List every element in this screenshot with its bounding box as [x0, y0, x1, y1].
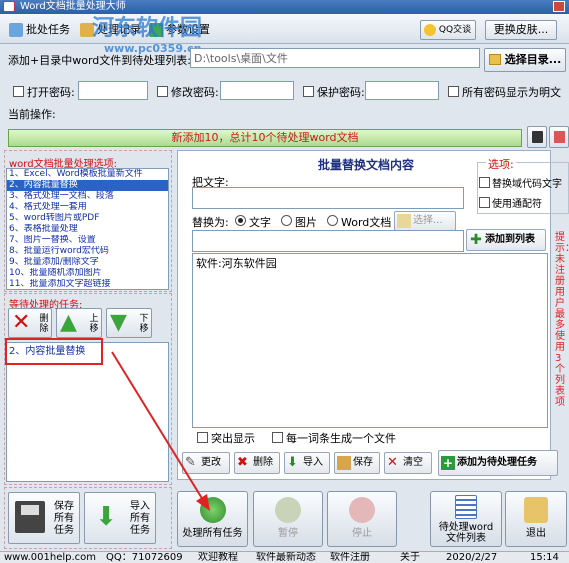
status-register[interactable]: 软件注册 [330, 552, 370, 563]
status-bar: www.001help.com QQ：71072609 欢迎教程 软件最新动态 … [0, 551, 569, 563]
status-news[interactable]: 软件最新动态 [256, 552, 316, 563]
annotation-arrow [111, 351, 210, 511]
status-time: 15:14 [530, 552, 559, 563]
status-about[interactable]: 关于 [400, 552, 420, 563]
status-site[interactable]: www.001help.com [4, 552, 96, 563]
status-date: 2020/2/27 [446, 552, 498, 563]
status-welcome[interactable]: 欢迎教程 [198, 552, 238, 563]
status-qq: QQ：71072609 [106, 552, 183, 563]
